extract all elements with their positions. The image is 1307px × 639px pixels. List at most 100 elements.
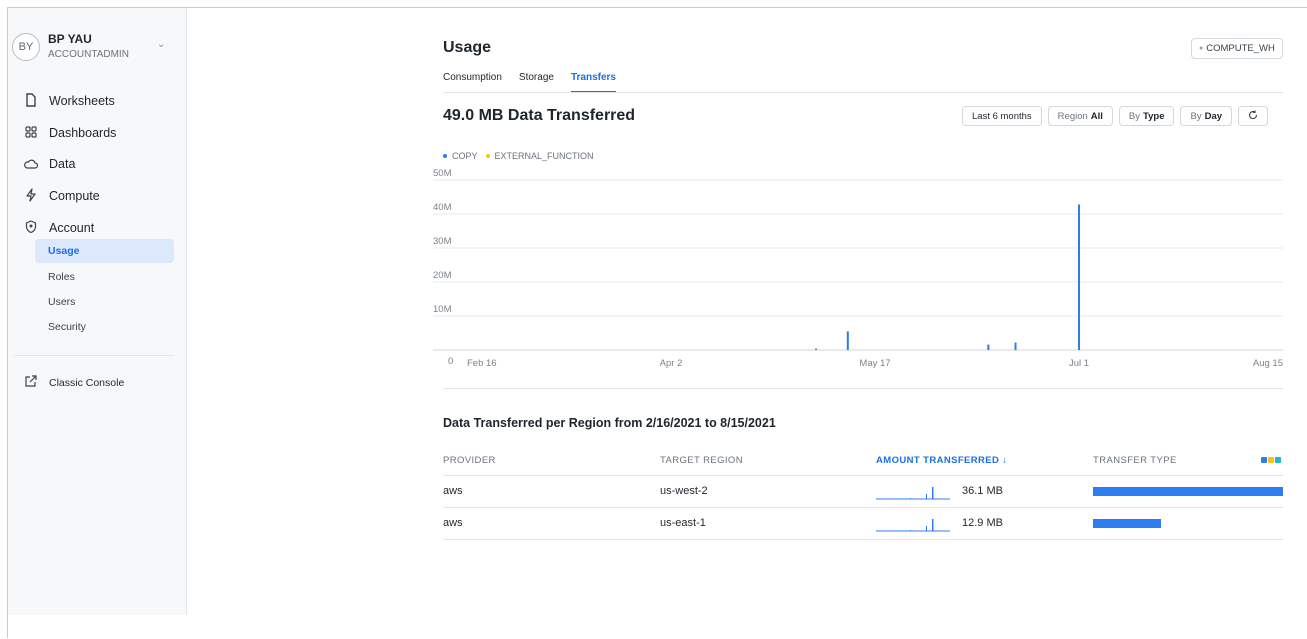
page-title: Usage: [443, 39, 492, 56]
user-role: ACCOUNTADMIN: [48, 49, 129, 60]
sidebar-item-usage[interactable]: Usage: [35, 239, 174, 263]
group-by-type[interactable]: By Type: [1118, 106, 1175, 126]
table-row[interactable]: aws us-east-1 12.9 MB: [443, 507, 1283, 539]
classic-console-link[interactable]: Classic Console: [22, 375, 124, 390]
range-button[interactable]: Last 6 months: [962, 106, 1042, 126]
region-filter-label: Region: [1057, 110, 1088, 122]
region-cell: us-east-1: [660, 517, 706, 529]
interval-value: Day: [1204, 110, 1223, 122]
amount-cell: 36.1 MB: [962, 485, 1003, 497]
warehouse-selector[interactable]: ● COMPUTE_WH: [1191, 38, 1283, 59]
user-name: BP YAU: [48, 32, 92, 46]
transfer-type-bar: [1093, 487, 1283, 496]
sparkline: [876, 519, 950, 532]
provider-cell: aws: [443, 485, 463, 497]
main-content: Usage ● COMPUTE_WH Consumption Storage T…: [188, 8, 1307, 639]
col-provider[interactable]: PROVIDER: [443, 455, 496, 466]
transfer-total-heading: 49.0 MB Data Transferred: [443, 107, 636, 124]
avatar: BY: [12, 33, 40, 61]
y-tick-label: 30M: [433, 236, 452, 247]
app-frame: BY BP YAU ACCOUNTADMIN ⌄ Worksheets Dash…: [7, 7, 1307, 638]
section-divider: [443, 388, 1283, 389]
sidebar-item-roles[interactable]: Roles: [35, 265, 174, 289]
external-link-icon: [22, 375, 40, 390]
legend-swatch: [485, 154, 490, 158]
transfer-chart: 50M 40M 30M 20M 10M 0 Feb 16 Apr 2 May 17 Jul 1 Au…: [433, 168, 1283, 369]
type-swatch: [1268, 457, 1274, 463]
chevron-down-icon[interactable]: ⌄: [157, 39, 165, 50]
region-table-title: Data Transferred per Region from 2/16/20…: [443, 416, 776, 430]
legend-item: EXTERNAL_FUNCTION: [485, 151, 594, 161]
sidebar-item-users[interactable]: Users: [35, 290, 174, 314]
group-by-value: Type: [1143, 110, 1165, 122]
provider-cell: aws: [443, 517, 463, 529]
col-amount-label: AMOUNT TRANSFERRED: [876, 455, 1000, 466]
y-tick-label: 50M: [433, 168, 452, 179]
data-bar: [1078, 204, 1080, 350]
type-swatch: [1275, 457, 1281, 463]
x-tick-label: Feb 16: [467, 358, 497, 369]
sidebar: BY BP YAU ACCOUNTADMIN ⌄ Worksheets Dash…: [8, 8, 187, 615]
interval-label: By: [1190, 110, 1202, 122]
nav-dashboards[interactable]: Dashboards: [22, 123, 116, 143]
usage-tabs: Consumption Storage Transfers: [443, 72, 633, 93]
group-by-label: By: [1128, 110, 1141, 122]
transfer-type-bar: [1093, 519, 1162, 528]
user-menu[interactable]: BY BP YAU ACCOUNTADMIN ⌄: [12, 30, 172, 64]
file-icon: [22, 92, 40, 110]
y-tick-label: 10M: [433, 304, 452, 315]
arrow-down-icon: ↓: [1002, 455, 1008, 466]
nav-label: Worksheets: [49, 94, 115, 108]
col-target-region[interactable]: TARGET REGION: [660, 455, 743, 466]
tab-storage[interactable]: Storage: [519, 72, 554, 93]
chart-controls: Last 6 months Region All By Type By Day: [962, 106, 1269, 126]
legend-item: COPY: [443, 151, 478, 161]
nav-data[interactable]: Data: [22, 154, 75, 174]
status-dot-icon: ●: [1199, 45, 1204, 52]
data-bar: [1014, 342, 1017, 350]
x-tick-label: Apr 2: [660, 358, 683, 369]
region-filter[interactable]: Region All: [1047, 106, 1113, 126]
col-amount-transferred[interactable]: AMOUNT TRANSFERRED ↓: [876, 455, 1008, 466]
tab-consumption[interactable]: Consumption: [443, 72, 502, 93]
range-label: Last 6 months: [972, 110, 1032, 122]
refresh-button[interactable]: [1238, 106, 1269, 126]
classic-console-label: Classic Console: [49, 376, 125, 389]
cloud-icon: [22, 157, 40, 172]
x-tick-label: Aug 15: [1253, 358, 1283, 369]
region-cell: us-west-2: [660, 485, 708, 497]
y-tick-label: 40M: [433, 202, 452, 213]
legend-label: EXTERNAL_FUNCTION: [494, 151, 594, 161]
type-swatch: [1261, 457, 1267, 463]
warehouse-name: COMPUTE_WH: [1206, 43, 1275, 54]
nav-worksheets[interactable]: Worksheets: [22, 91, 115, 111]
sidebar-divider: [14, 355, 174, 356]
sidebar-item-security[interactable]: Security: [35, 315, 174, 339]
table-bottom-border: [443, 539, 1283, 540]
col-transfer-type[interactable]: TRANSFER TYPE: [1093, 455, 1177, 466]
data-bar: [815, 348, 818, 350]
nav-label: Data: [49, 157, 76, 171]
refresh-icon: [1248, 110, 1258, 123]
lightning-icon: [22, 187, 40, 205]
transfer-type-swatches: [1261, 457, 1281, 463]
grid-icon: [22, 125, 40, 141]
chart-legend: COPY EXTERNAL_FUNCTION: [443, 151, 602, 161]
table-row[interactable]: aws us-west-2 36.1 MB: [443, 475, 1283, 507]
group-by-day[interactable]: By Day: [1180, 106, 1233, 126]
region-filter-value: All: [1090, 110, 1103, 122]
legend-swatch: [443, 154, 447, 158]
nav-label: Dashboards: [49, 126, 117, 140]
nav-label: Compute: [49, 189, 100, 203]
data-bar: [846, 331, 849, 350]
sparkline: [876, 487, 950, 500]
amount-cell: 12.9 MB: [962, 517, 1003, 529]
data-bar: [987, 344, 990, 350]
y-tick-label: 20M: [433, 270, 452, 281]
y-tick-label: 0: [448, 356, 453, 367]
nav-compute[interactable]: Compute: [22, 186, 100, 206]
nav-account[interactable]: Account: [22, 218, 94, 238]
tab-transfers[interactable]: Transfers: [570, 72, 616, 93]
legend-label: COPY: [452, 151, 478, 161]
tabs-divider: [443, 92, 1283, 93]
